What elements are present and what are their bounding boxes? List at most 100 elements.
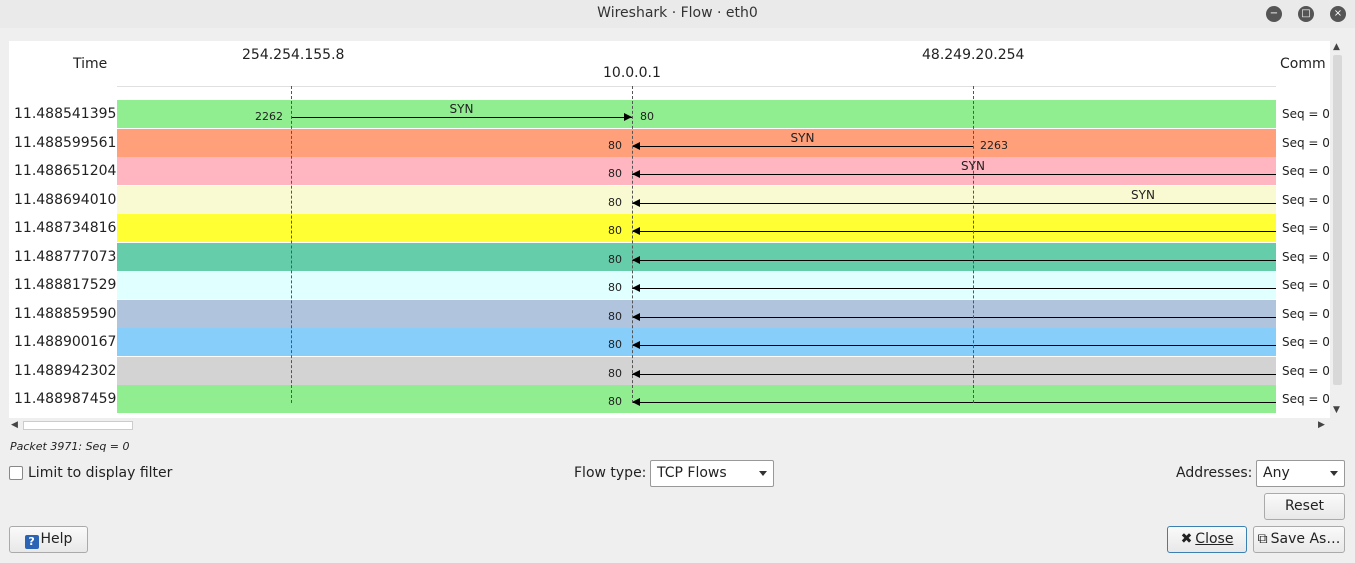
node-lifeline-2 <box>632 86 633 403</box>
addresses-value: Any <box>1263 465 1290 481</box>
row-comment[interactable]: Seq = 0 <box>1282 136 1330 150</box>
dst-port: 80 <box>608 367 622 380</box>
close-button-label: Close <box>1195 531 1234 547</box>
flow-arrow <box>632 146 973 147</box>
flow-label: SYN <box>449 102 474 116</box>
arrowhead-icon <box>632 256 640 264</box>
vertical-scrollbar[interactable]: ▲ ▼ <box>1330 41 1345 418</box>
node-header-2: 10.0.0.1 <box>603 65 661 81</box>
limit-to-display-filter-checkbox[interactable] <box>9 466 23 480</box>
scroll-up-icon[interactable]: ▲ <box>1333 42 1340 52</box>
status-text: Packet 3971: Seq = 0 <box>10 440 130 453</box>
node-lifeline-1 <box>291 86 292 403</box>
flow-arrow <box>632 203 1276 204</box>
minimize-button[interactable]: − <box>1266 6 1282 22</box>
limit-to-display-filter-label[interactable]: Limit to display filter <box>28 465 172 481</box>
node-lifeline-3 <box>973 86 974 403</box>
dst-port: 80 <box>608 338 622 351</box>
chevron-down-icon <box>759 471 767 476</box>
save-as-button[interactable]: ⧉ Save As… <box>1253 526 1345 553</box>
row-time[interactable]: 11.488651204 <box>14 163 116 179</box>
row-comment[interactable]: Seq = 0 <box>1282 221 1330 235</box>
src-port: 2263 <box>980 139 1008 152</box>
dst-port: 80 <box>608 224 622 237</box>
flow-arrow <box>291 117 632 118</box>
time-column-header: Time <box>73 56 108 72</box>
window-titlebar: Wireshark · Flow · eth0 − □ × <box>0 0 1355 28</box>
row-comment[interactable]: Seq = 0 <box>1282 392 1330 406</box>
addresses-select[interactable]: Any <box>1256 460 1345 487</box>
help-icon: ? <box>24 535 39 549</box>
close-window-button[interactable]: × <box>1330 6 1346 22</box>
row-comment[interactable]: Seq = 0 <box>1282 107 1330 121</box>
flow-arrow <box>632 260 1276 261</box>
comment-column-header: Comm <box>1280 56 1326 72</box>
row-time[interactable]: 11.488694010 <box>14 192 116 208</box>
reset-button[interactable]: Reset <box>1264 493 1345 520</box>
arrowhead-icon <box>632 284 640 292</box>
dst-port: 80 <box>608 196 622 209</box>
flow-arrow <box>632 174 1276 175</box>
scroll-right-icon[interactable]: ▶ <box>1318 420 1325 430</box>
arrowhead-icon <box>632 398 640 406</box>
dst-port: 80 <box>608 310 622 323</box>
arrowhead-icon <box>632 313 640 321</box>
arrowhead-icon <box>632 142 640 150</box>
row-comment[interactable]: Seq = 0 <box>1282 250 1330 264</box>
flow-arrow <box>632 345 1276 346</box>
dst-port: 80 <box>608 395 622 408</box>
row-time[interactable]: 11.488942302 <box>14 363 116 379</box>
flow-arrow <box>632 374 1276 375</box>
chevron-down-icon <box>1330 471 1338 476</box>
arrowhead-icon <box>624 113 632 121</box>
row-comment[interactable]: Seq = 0 <box>1282 307 1330 321</box>
save-as-button-label: Save As… <box>1270 531 1341 547</box>
dst-port: 80 <box>608 281 622 294</box>
dst-port: 80 <box>640 110 654 123</box>
row-comment[interactable]: Seq = 0 <box>1282 164 1330 178</box>
dst-port: 80 <box>608 167 622 180</box>
row-time[interactable]: 11.488777073 <box>14 249 116 265</box>
save-icon: ⧉ <box>1257 531 1268 547</box>
arrowhead-icon <box>632 370 640 378</box>
row-time[interactable]: 11.488859590 <box>14 306 116 322</box>
row-time[interactable]: 11.488734816 <box>14 220 116 236</box>
close-button[interactable]: ✖ Close <box>1167 526 1247 553</box>
src-port: 2262 <box>255 110 283 123</box>
node-header-3: 48.249.20.254 <box>922 47 1025 63</box>
maximize-button[interactable]: □ <box>1298 6 1314 22</box>
row-time[interactable]: 11.488817529 <box>14 277 116 293</box>
flow-arrow <box>632 402 1276 403</box>
arrowhead-icon <box>632 341 640 349</box>
flow-arrow <box>632 317 1276 318</box>
close-icon: ✖ <box>1180 531 1193 547</box>
node-header-1: 254.254.155.8 <box>242 47 345 63</box>
flow-type-value: TCP Flows <box>657 465 727 481</box>
row-time[interactable]: 11.488599561 <box>14 135 116 151</box>
addresses-label: Addresses: <box>1176 465 1253 481</box>
flow-arrow <box>632 288 1276 289</box>
window-title: Wireshark · Flow · eth0 <box>597 5 758 21</box>
vertical-scroll-thumb[interactable] <box>1333 55 1342 385</box>
horizontal-scroll-thumb[interactable] <box>23 421 133 430</box>
row-comment[interactable]: Seq = 0 <box>1282 335 1330 349</box>
flow-arrow <box>632 231 1276 232</box>
flow-diagram[interactable]: Time 254.254.155.8 10.0.0.1 48.249.20.25… <box>9 41 1330 418</box>
scroll-left-icon[interactable]: ◀ <box>11 420 18 430</box>
horizontal-scrollbar[interactable]: ◀ ▶ <box>9 418 1330 433</box>
row-comment[interactable]: Seq = 0 <box>1282 364 1330 378</box>
row-comment[interactable]: Seq = 0 <box>1282 278 1330 292</box>
row-time[interactable]: 11.488900167 <box>14 334 116 350</box>
row-time[interactable]: 11.488541395 <box>14 106 116 122</box>
arrowhead-icon <box>632 227 640 235</box>
arrowhead-icon <box>632 199 640 207</box>
scroll-down-icon[interactable]: ▼ <box>1333 405 1340 415</box>
row-time[interactable]: 11.488987459 <box>14 391 116 407</box>
help-button-label: Help <box>40 531 73 547</box>
arrowhead-icon <box>632 170 640 178</box>
flow-label: SYN <box>790 131 815 145</box>
row-comment[interactable]: Seq = 0 <box>1282 193 1330 207</box>
dst-port: 80 <box>608 139 622 152</box>
help-button[interactable]: ? Help <box>9 526 88 553</box>
flow-type-select[interactable]: TCP Flows <box>650 460 774 487</box>
